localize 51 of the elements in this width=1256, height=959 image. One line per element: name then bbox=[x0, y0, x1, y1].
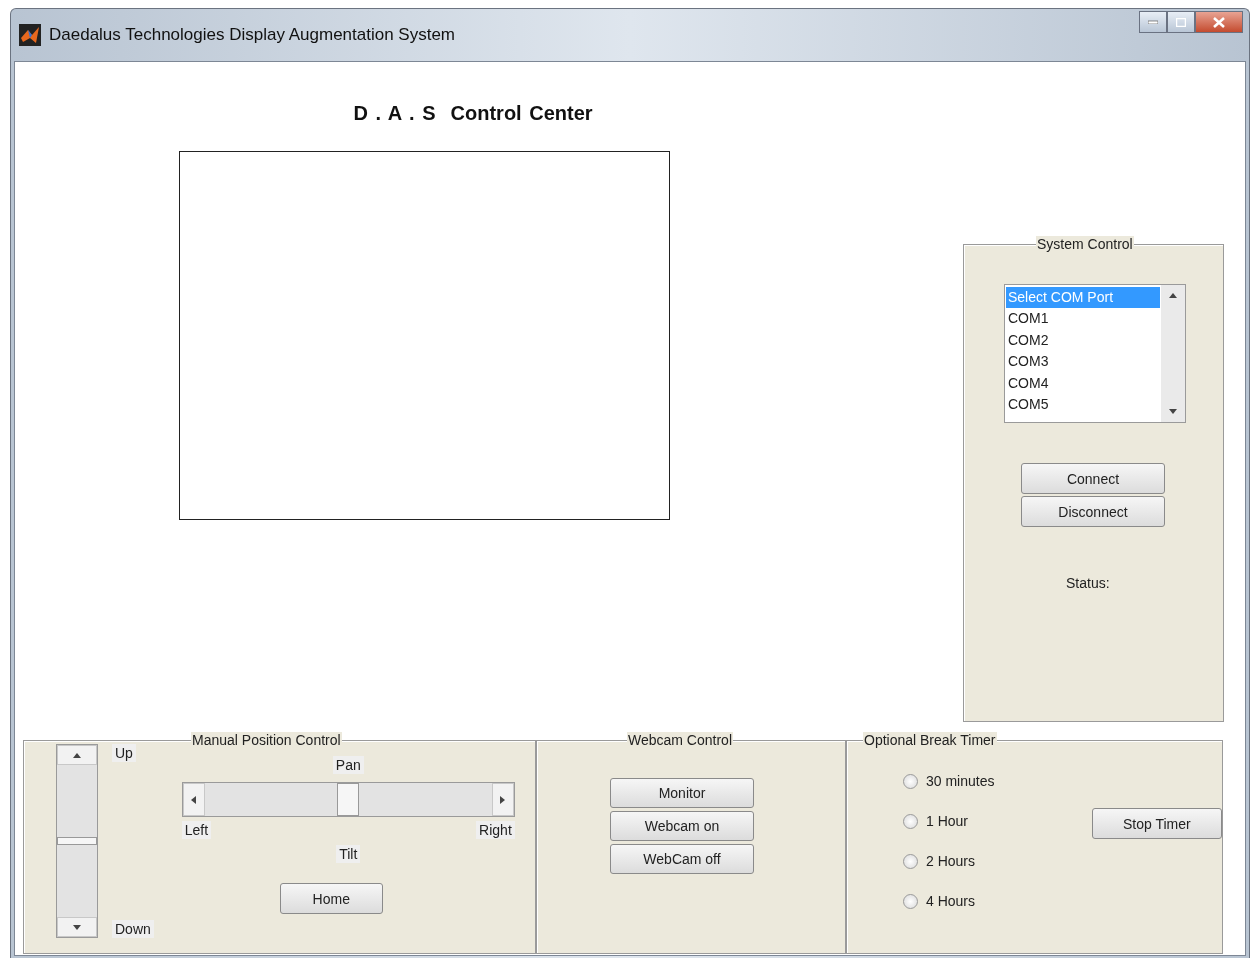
webcam-button[interactable]: WebCam off bbox=[610, 844, 754, 874]
list-item[interactable]: COM1 bbox=[1006, 308, 1160, 330]
tilt-label: Tilt bbox=[336, 845, 361, 863]
radio-button[interactable] bbox=[903, 813, 918, 829]
down-label: Down bbox=[112, 920, 154, 938]
panel-title: Webcam Control bbox=[627, 732, 733, 748]
radio-button[interactable] bbox=[903, 853, 918, 869]
panel-title: System Control bbox=[1036, 236, 1134, 252]
right-label: Right bbox=[476, 821, 515, 839]
list-item[interactable]: COM5 bbox=[1006, 394, 1160, 416]
scroll-down-icon[interactable] bbox=[1169, 409, 1177, 414]
up-arrow-icon[interactable] bbox=[73, 752, 81, 758]
vertical-slider[interactable] bbox=[56, 744, 98, 938]
right-arrow-icon[interactable] bbox=[500, 795, 506, 804]
app-logo-icon bbox=[19, 24, 41, 46]
maximize-icon bbox=[1176, 17, 1186, 27]
down-arrow-icon[interactable] bbox=[73, 924, 81, 930]
com-port-list[interactable]: Select COM Port COM1 COM2 COM3 COM4 COM5 bbox=[1004, 284, 1186, 423]
slider-thumb[interactable] bbox=[337, 783, 360, 816]
maximize-button[interactable] bbox=[1167, 11, 1195, 33]
radio-label[interactable]: 2 Hours bbox=[926, 853, 976, 869]
panel-button[interactable]: Connect bbox=[1021, 463, 1165, 494]
home-button[interactable]: Home bbox=[279, 883, 383, 914]
stop-timer-button[interactable]: Stop Timer bbox=[1091, 808, 1222, 839]
minimize-button[interactable] bbox=[1139, 11, 1167, 33]
radio-label[interactable]: 4 Hours bbox=[926, 893, 976, 909]
panel-title: Manual Position Control bbox=[191, 732, 342, 748]
left-arrow-icon[interactable] bbox=[191, 795, 197, 804]
status-label: Status: bbox=[1066, 575, 1110, 591]
radio-button[interactable] bbox=[903, 893, 918, 909]
horizontal-slider[interactable] bbox=[181, 782, 515, 817]
heading: D . A . S Control Center bbox=[353, 102, 593, 125]
left-label: Left bbox=[181, 821, 212, 839]
panel-button[interactable]: Disconnect bbox=[1021, 496, 1165, 527]
up-label: Up bbox=[112, 744, 136, 762]
scroll-up-icon[interactable] bbox=[1169, 293, 1177, 298]
slider-thumb[interactable] bbox=[57, 837, 97, 845]
panel-title: Optional Break Timer bbox=[863, 732, 997, 748]
close-button[interactable] bbox=[1195, 11, 1243, 33]
pan-label: Pan bbox=[332, 756, 364, 774]
radio-label[interactable]: 1 Hour bbox=[926, 813, 969, 829]
minimize-icon bbox=[1148, 20, 1158, 24]
webcam-button[interactable]: Webcam on bbox=[610, 811, 754, 841]
list-item[interactable]: COM2 bbox=[1006, 329, 1160, 352]
radio-label[interactable]: 30 minutes bbox=[926, 773, 995, 789]
close-icon bbox=[1213, 16, 1225, 28]
webcam-button[interactable]: Monitor bbox=[610, 778, 754, 808]
list-item[interactable]: COM4 bbox=[1006, 372, 1160, 395]
window-title: Daedalus Technologies Display Augmentation System bbox=[49, 25, 457, 45]
radio-button[interactable] bbox=[903, 773, 918, 789]
list-item[interactable]: COM3 bbox=[1006, 351, 1160, 373]
